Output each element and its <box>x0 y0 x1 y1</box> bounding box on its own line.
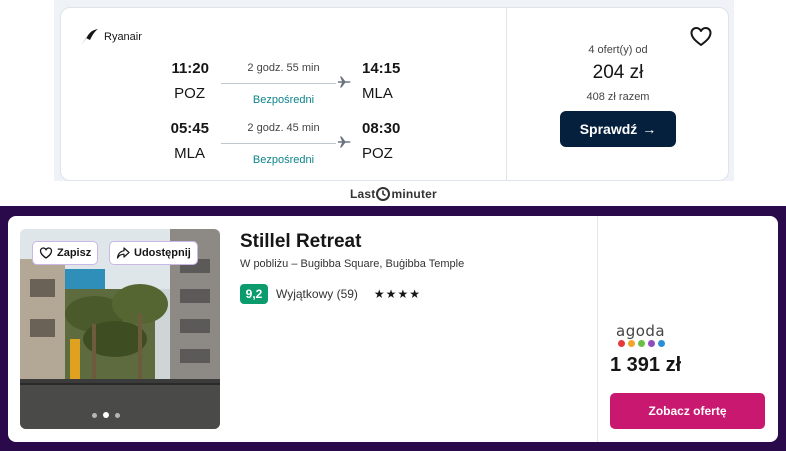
brand-prefix: Last <box>350 187 376 201</box>
airline-name: Ryanair <box>104 31 142 43</box>
check-button[interactable]: Sprawdź → <box>560 111 676 147</box>
offers-count: 4 ofert(y) od <box>588 44 648 56</box>
share-button-label: Udostępnij <box>134 247 191 259</box>
rating-row: 9,2 Wyjątkowy (59) ★★★★ <box>240 284 421 304</box>
departure-airport: MLA <box>174 145 205 162</box>
plane-icon <box>338 136 351 148</box>
arrival-time: 08:30 <box>362 120 401 137</box>
departure-time: 05:45 <box>170 120 209 137</box>
route-line <box>221 83 336 84</box>
arrival-time: 14:15 <box>362 60 401 77</box>
pagination-dot[interactable] <box>92 412 97 418</box>
arrow-right-icon: → <box>642 121 657 137</box>
save-button[interactable]: Zapisz <box>32 241 99 265</box>
route-line <box>221 143 336 144</box>
departure-time: 11:20 <box>171 60 209 77</box>
card-divider <box>597 216 598 442</box>
check-button-label: Sprawdź <box>579 121 638 137</box>
flight-price: 204 zł <box>592 62 644 83</box>
save-button-label: Zapisz <box>57 247 92 259</box>
arrival-airport: POZ <box>362 145 393 162</box>
hotel-location: W pobliżu – Bugibba Square, Buġibba Temp… <box>240 258 465 270</box>
hotel-name[interactable]: Stillel Retreat <box>240 231 361 253</box>
brand-suffix: minuter <box>391 187 437 201</box>
clock-icon <box>376 187 391 201</box>
view-offer-button[interactable]: Zobacz ofertę <box>610 393 765 429</box>
hotel-price: 1 391 zł <box>610 354 682 376</box>
stops-label: Bezpośredni <box>252 154 315 166</box>
departure-airport: POZ <box>174 85 205 102</box>
hotel-result-card[interactable]: Zapisz Udostępnij Stillel Retreat W pobl… <box>8 216 778 442</box>
provider-name: agoda <box>616 322 666 340</box>
flight-total-price: 408 zł razem <box>586 91 650 103</box>
review-label: Wyjątkowy (59) <box>276 287 358 301</box>
heart-icon <box>39 247 53 259</box>
share-button[interactable]: Udostępnij <box>109 241 198 265</box>
outbound-leg: 11:20 POZ 2 godz. 55 min Bezpośredni 14:… <box>61 60 501 110</box>
pagination-dot-active[interactable] <box>103 412 109 418</box>
photo-pagination <box>92 412 120 418</box>
ryanair-logo-icon <box>81 29 98 45</box>
share-icon <box>116 247 130 259</box>
hotel-photo[interactable]: Zapisz Udostępnij <box>20 229 220 429</box>
lastminuter-logo: Last minuter <box>350 185 437 203</box>
star-rating: ★★★★ <box>373 287 421 301</box>
plane-icon <box>338 76 351 88</box>
arrival-airport: MLA <box>362 85 393 102</box>
review-score-badge: 9,2 <box>240 284 268 304</box>
flight-result-card[interactable]: Ryanair 11:20 POZ 2 godz. 55 min Bezpośr… <box>60 7 729 181</box>
stops-label: Bezpośredni <box>252 94 315 106</box>
flight-duration: 2 godz. 45 min <box>247 122 320 134</box>
pagination-dot[interactable] <box>115 412 120 418</box>
inbound-leg: 05:45 MLA 2 godz. 45 min Bezpośredni 08:… <box>61 120 501 170</box>
flight-duration: 2 godz. 55 min <box>247 62 320 74</box>
agoda-logo: agoda <box>616 322 686 352</box>
airline: Ryanair <box>79 28 142 46</box>
agoda-dots-icon <box>618 340 686 347</box>
